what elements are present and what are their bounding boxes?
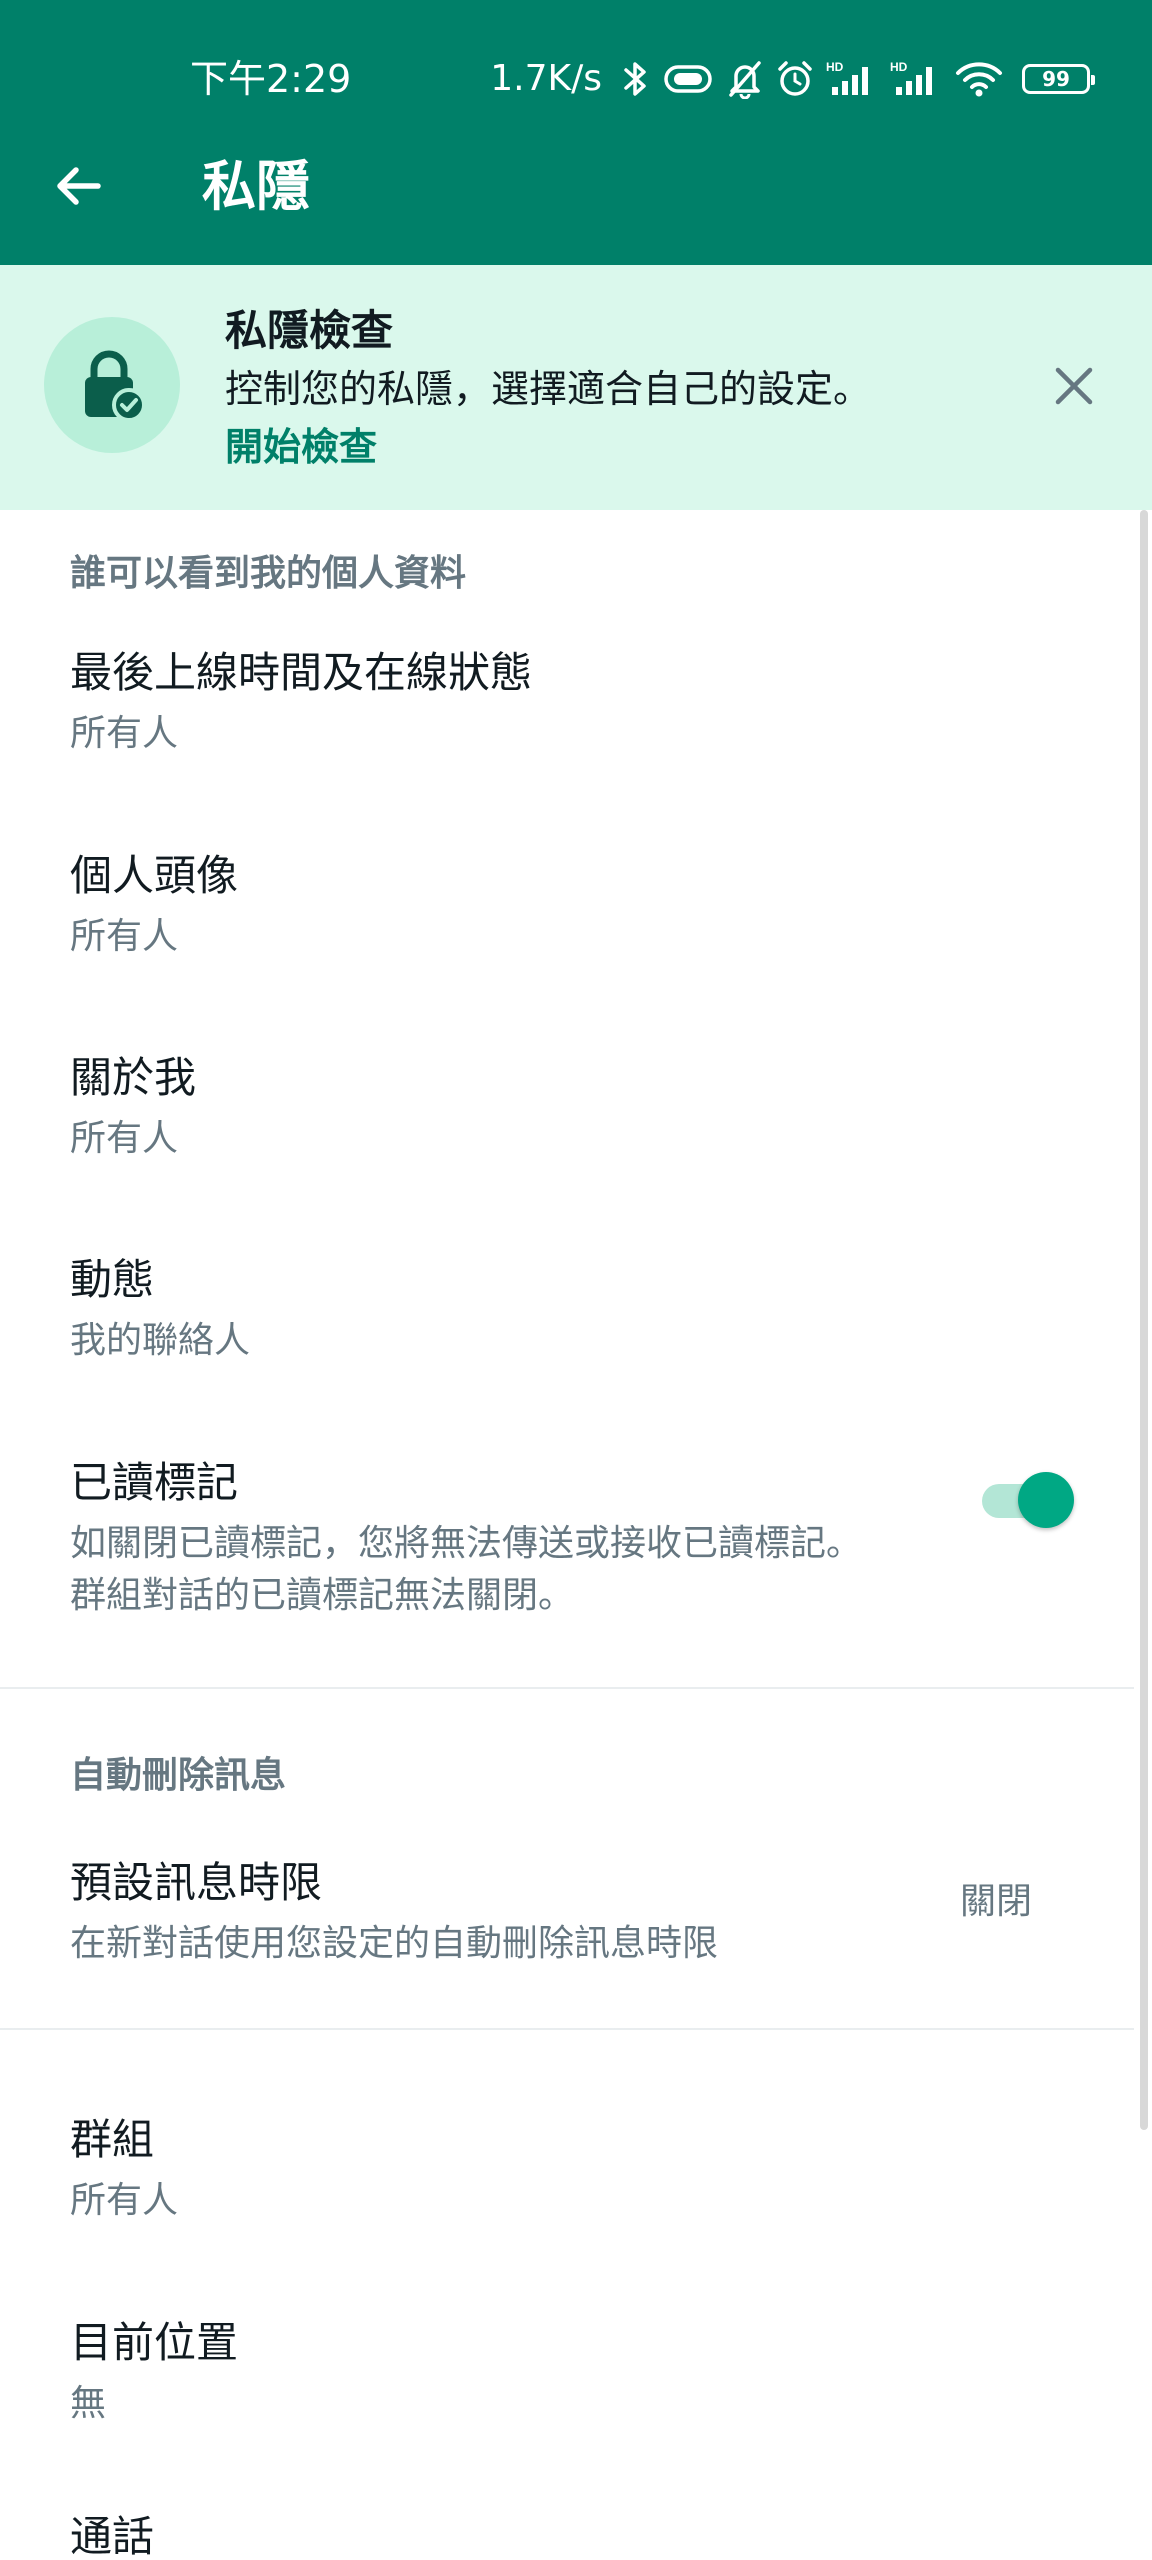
setting-about[interactable]: 關於我 所有人 — [0, 1031, 1134, 1181]
back-button[interactable] — [40, 148, 116, 224]
signal-hd-icon: HD — [826, 60, 868, 95]
svg-text:HD: HD — [890, 60, 908, 74]
setting-title: 群組 — [70, 2115, 155, 2164]
setting-last-seen[interactable]: 最後上線時間及在線狀態 所有人 — [0, 626, 1134, 776]
setting-title: 最後上線時間及在線狀態 — [70, 648, 533, 697]
svg-text:HD: HD — [826, 60, 844, 74]
close-icon — [1055, 367, 1093, 405]
setting-read-receipts[interactable]: 已讀標記 如關閉已讀標記，您將無法傳送或接收已讀標記。 群組對話的已讀標記無法關… — [0, 1436, 1134, 1636]
signal-hd-icon-2: HD — [890, 60, 932, 95]
battery-icon: 99 — [1022, 64, 1095, 94]
battery-level: 99 — [1042, 67, 1070, 91]
arrow-left-icon — [57, 167, 101, 205]
banner-icon-circle — [44, 317, 180, 453]
setting-groups[interactable]: 群組 所有人 — [0, 2093, 1134, 2243]
setting-profile-photo[interactable]: 個人頭像 所有人 — [0, 829, 1134, 979]
setting-calls[interactable]: 通話 — [0, 2498, 1134, 2560]
setting-value: 所有人 — [70, 713, 179, 754]
toggle-thumb — [1018, 1472, 1074, 1528]
setting-value: 關閉 — [959, 1881, 1032, 1922]
banner-title: 私隱檢查 — [225, 306, 394, 355]
lock-check-icon — [85, 350, 146, 422]
setting-description-line1: 如關閉已讀標記，您將無法傳送或接收已讀標記。 — [70, 1523, 863, 1564]
net-speed: 1.7K/s — [490, 58, 602, 99]
setting-title: 關於我 — [70, 1053, 197, 1102]
setting-title: 已讀標記 — [70, 1458, 239, 1507]
status-icons: 1.7K/s HD HD 99 — [490, 50, 1095, 108]
vibrate-icon — [664, 65, 712, 93]
divider — [0, 1687, 1134, 1689]
privacy-screen: 下午2:29 1.7K/s HD HD 99 私隱 私隱檢查 控制您的私隱，選擇… — [0, 0, 1152, 2560]
start-check-link[interactable]: 開始檢查 — [225, 421, 377, 473]
divider — [0, 2028, 1134, 2030]
section-title-profile: 誰可以看到我的個人資料 — [70, 553, 467, 594]
read-receipts-toggle[interactable] — [980, 1472, 1076, 1528]
setting-title: 預設訊息時限 — [70, 1858, 323, 1907]
bell-off-icon — [729, 61, 761, 99]
page-title: 私隱 — [202, 155, 310, 218]
bluetooth-icon — [624, 62, 646, 96]
section-title-auto-delete: 自動刪除訊息 — [70, 1755, 287, 1796]
setting-description: 在新對話使用您設定的自動刪除訊息時限 — [70, 1923, 719, 1964]
scrollbar[interactable] — [1140, 510, 1148, 2130]
app-header: 下午2:29 1.7K/s HD HD 99 私隱 — [0, 0, 1152, 265]
setting-title: 目前位置 — [70, 2318, 239, 2367]
setting-value: 所有人 — [70, 1118, 179, 1159]
setting-live-location[interactable]: 目前位置 無 — [0, 2296, 1134, 2446]
setting-description-line2: 群組對話的已讀標記無法關閉。 — [70, 1575, 575, 1616]
wifi-icon — [956, 62, 1002, 97]
setting-value: 所有人 — [70, 916, 179, 957]
privacy-check-banner[interactable]: 私隱檢查 控制您的私隱，選擇適合自己的設定。 開始檢查 — [0, 265, 1152, 510]
alarm-icon — [778, 61, 812, 96]
setting-title: 動態 — [70, 1255, 155, 1304]
setting-default-timer[interactable]: 預設訊息時限 在新對話使用您設定的自動刪除訊息時限 關閉 — [0, 1836, 1134, 1986]
setting-value: 無 — [70, 2383, 107, 2424]
banner-description: 控制您的私隱，選擇適合自己的設定。 — [225, 367, 872, 411]
banner-close-button[interactable] — [1046, 358, 1102, 414]
setting-title: 通話 — [70, 2512, 155, 2560]
setting-status[interactable]: 動態 我的聯絡人 — [0, 1233, 1134, 1383]
setting-value: 我的聯絡人 — [70, 1320, 251, 1361]
setting-value: 所有人 — [70, 2180, 179, 2221]
status-time: 下午2:29 — [190, 57, 352, 101]
setting-title: 個人頭像 — [70, 851, 239, 900]
